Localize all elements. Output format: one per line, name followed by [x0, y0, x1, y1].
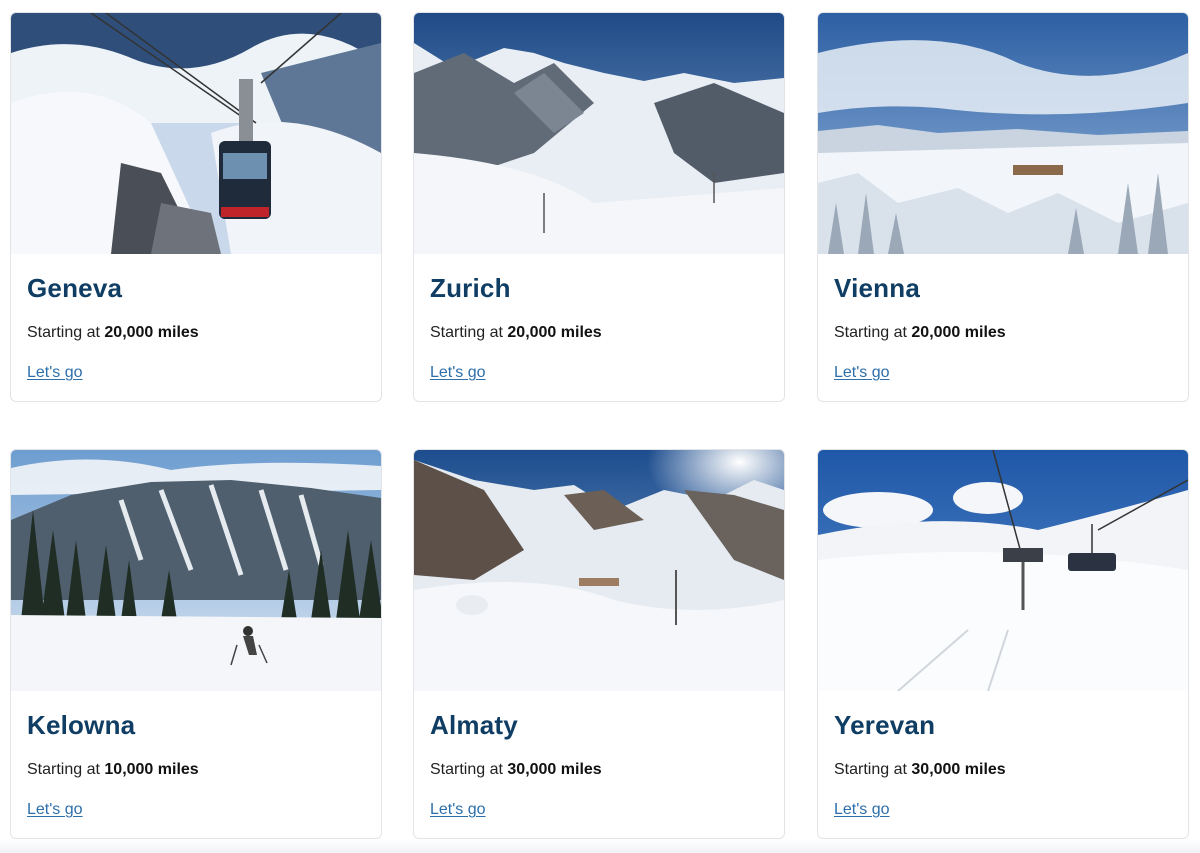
price-prefix: Starting at: [834, 761, 907, 778]
destination-price: Starting at 30,000 miles: [430, 761, 602, 779]
price-prefix: Starting at: [430, 324, 503, 341]
price-prefix: Starting at: [27, 324, 100, 341]
destination-city: Vienna: [834, 273, 920, 303]
lets-go-link[interactable]: Let's go: [27, 801, 83, 819]
destination-card-vienna[interactable]: Vienna Starting at 20,000 miles Let's go: [817, 12, 1189, 402]
destination-card-geneva[interactable]: Geneva Starting at 20,000 miles Let's go: [10, 12, 382, 402]
destination-photo: [414, 450, 784, 691]
destination-city: Zurich: [430, 273, 511, 303]
destination-price: Starting at 10,000 miles: [27, 761, 199, 779]
destination-card-zurich[interactable]: Zurich Starting at 20,000 miles Let's go: [413, 12, 785, 402]
price-value: 10,000 miles: [104, 761, 199, 778]
price-prefix: Starting at: [27, 761, 100, 778]
destination-card-yerevan[interactable]: Yerevan Starting at 30,000 miles Let's g…: [817, 449, 1189, 839]
destination-photo: [414, 13, 784, 254]
lets-go-link[interactable]: Let's go: [834, 801, 890, 819]
destination-city: Yerevan: [834, 710, 936, 740]
destination-photo: [818, 450, 1188, 691]
destination-city: Kelowna: [27, 710, 136, 740]
price-value: 30,000 miles: [911, 761, 1006, 778]
destination-photo: [818, 13, 1188, 254]
destination-price: Starting at 20,000 miles: [27, 324, 199, 342]
destination-city: Geneva: [27, 273, 123, 303]
page-bottom-shade: [0, 839, 1200, 853]
lets-go-link[interactable]: Let's go: [834, 364, 890, 382]
lets-go-link[interactable]: Let's go: [27, 364, 83, 382]
price-value: 20,000 miles: [104, 324, 199, 341]
price-prefix: Starting at: [834, 324, 907, 341]
price-value: 30,000 miles: [507, 761, 602, 778]
price-value: 20,000 miles: [507, 324, 602, 341]
lets-go-link[interactable]: Let's go: [430, 801, 486, 819]
destination-card-kelowna[interactable]: Kelowna Starting at 10,000 miles Let's g…: [10, 449, 382, 839]
price-value: 20,000 miles: [911, 324, 1006, 341]
destination-card-almaty[interactable]: Almaty Starting at 30,000 miles Let's go: [413, 449, 785, 839]
destination-photo: [11, 450, 381, 691]
destination-price: Starting at 20,000 miles: [430, 324, 602, 342]
lets-go-link[interactable]: Let's go: [430, 364, 486, 382]
destination-price: Starting at 30,000 miles: [834, 761, 1006, 779]
destination-price: Starting at 20,000 miles: [834, 324, 1006, 342]
destination-photo: [11, 13, 381, 254]
destination-city: Almaty: [430, 710, 518, 740]
price-prefix: Starting at: [430, 761, 503, 778]
